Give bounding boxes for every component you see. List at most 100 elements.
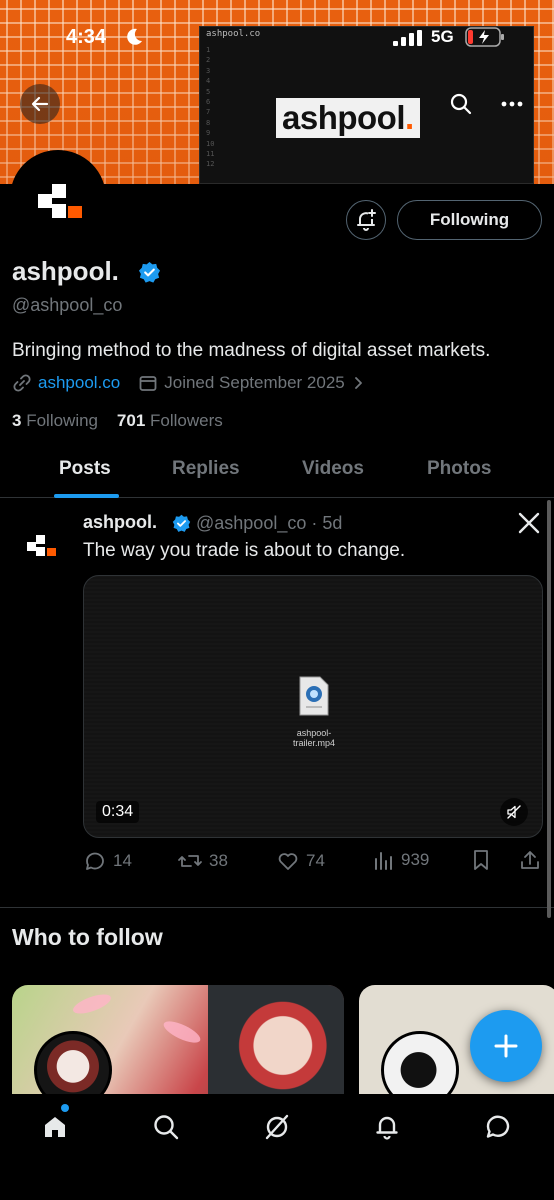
tab-photos[interactable]: Photos: [427, 458, 491, 480]
network-label: 5G: [431, 27, 454, 46]
scrollbar[interactable]: [547, 500, 551, 918]
nav-search[interactable]: [149, 1110, 183, 1144]
active-tab-indicator: [54, 494, 119, 498]
logo-dot: .: [405, 99, 414, 136]
verified-badge-icon[interactable]: [138, 261, 161, 284]
followers-count-link[interactable]: 701 Followers: [117, 411, 223, 430]
post-author-name[interactable]: ashpool.: [83, 512, 157, 533]
nav-notifications[interactable]: [370, 1110, 404, 1144]
tab-replies[interactable]: Replies: [172, 458, 240, 480]
bell-plus-icon: [357, 209, 376, 231]
moon-icon: [127, 28, 142, 45]
like-action[interactable]: 74: [276, 849, 325, 873]
petal-decoration: [70, 990, 114, 1018]
search-icon: [154, 1115, 179, 1140]
notifications-subscribe-button[interactable]: [346, 200, 386, 240]
share-icon: [521, 851, 539, 869]
views-chart-icon: [375, 852, 392, 870]
video-file-name: ashpool- trailer.mp4: [274, 728, 354, 748]
grok-icon: [265, 1114, 289, 1140]
views-count: 939: [401, 850, 430, 869]
reply-action[interactable]: 14: [83, 849, 132, 873]
card-banner-art: [208, 985, 344, 1095]
repost-count: 38: [209, 851, 228, 870]
profile-display-name: ashpool.: [12, 256, 119, 286]
code-line-number: 9: [206, 129, 211, 138]
more-dots-icon: [501, 101, 523, 107]
nav-home[interactable]: [38, 1110, 72, 1144]
code-line-number: 2: [206, 56, 211, 65]
mute-button[interactable]: [500, 798, 528, 826]
repost-icon: [178, 855, 202, 867]
more-options-button[interactable]: [492, 84, 532, 124]
code-line-number: 7: [206, 108, 211, 117]
profile-website-link[interactable]: ashpool.co: [38, 373, 120, 393]
home-notification-dot: [61, 1104, 69, 1112]
profile-meta-row: ashpool.co Joined September 2025: [12, 372, 367, 394]
code-line-number: 10: [206, 139, 215, 148]
ashpool-logo-icon: [38, 184, 82, 218]
x-logo-icon[interactable]: [518, 512, 540, 534]
tab-videos[interactable]: Videos: [302, 458, 364, 480]
arrow-left-icon: [31, 96, 49, 112]
chevron-right-icon[interactable]: [351, 375, 367, 391]
plus-icon: [494, 1034, 518, 1058]
bell-icon: [376, 1116, 398, 1140]
video-file-name-line2: trailer.mp4: [292, 738, 336, 748]
nav-grok[interactable]: [260, 1110, 294, 1144]
share-action[interactable]: [519, 849, 547, 871]
follow-counts: 3 Following 701 Followers: [12, 411, 223, 431]
video-file-icon: [299, 676, 329, 716]
status-time: 4:34: [66, 26, 107, 48]
bookmark-action[interactable]: [471, 849, 497, 871]
post-video[interactable]: ashpool- trailer.mp4 0:34: [83, 575, 543, 838]
search-button[interactable]: [441, 84, 481, 124]
joined-date[interactable]: Joined September 2025: [164, 373, 345, 393]
following-button[interactable]: Following: [397, 200, 542, 240]
logo-text: ashpool: [282, 99, 406, 136]
post-avatar[interactable]: [24, 530, 60, 560]
video-file-name-line1: ashpool-: [296, 728, 332, 738]
section-divider: [0, 907, 554, 908]
profile-avatar[interactable]: [10, 150, 106, 246]
code-line-number: 5: [206, 87, 211, 96]
following-count-link[interactable]: 3 Following: [12, 411, 98, 430]
profile-bio: Bringing method to the madness of digita…: [12, 340, 491, 361]
link-icon: [13, 374, 31, 392]
post-text: The way you trade is about to change.: [83, 540, 406, 561]
following-label: Following: [26, 411, 99, 430]
code-line-numbers: 1 2 3 4 5 6 7 8 9 10 11 12: [206, 45, 214, 170]
repost-action[interactable]: 38: [177, 849, 228, 873]
back-button[interactable]: [20, 84, 60, 124]
post-verified-badge-icon: [172, 514, 191, 532]
like-count: 74: [306, 851, 325, 870]
chat-bubble-icon: [486, 1115, 510, 1138]
search-icon: [450, 93, 472, 115]
reply-icon: [86, 852, 104, 870]
followers-count: 701: [116, 411, 146, 430]
code-line-number: 8: [206, 118, 211, 127]
post-handle-time: @ashpool_co · 5d: [196, 513, 343, 533]
who-to-follow-title: Who to follow: [12, 924, 163, 950]
code-line-number: 11: [206, 150, 215, 159]
tab-posts[interactable]: Posts: [59, 458, 111, 480]
profile-tabs: Posts Replies Videos Photos: [0, 440, 554, 498]
petal-decoration: [160, 1017, 204, 1047]
heart-icon: [278, 853, 298, 870]
compose-post-button[interactable]: [470, 1010, 542, 1082]
code-line-number: 12: [206, 160, 215, 169]
video-duration: 0:34: [96, 801, 140, 823]
battery-icon: [465, 27, 504, 47]
code-tab-label: ashpool.co: [206, 29, 261, 39]
speaker-muted-icon: [507, 805, 521, 819]
home-icon: [45, 1117, 65, 1137]
following-count: 3: [12, 411, 22, 430]
bookmark-icon: [474, 850, 488, 870]
nav-messages[interactable]: [481, 1110, 515, 1144]
reply-count: 14: [113, 851, 132, 870]
code-line-number: 4: [206, 77, 211, 86]
calendar-icon: [139, 376, 157, 391]
views-action[interactable]: 939: [373, 849, 429, 871]
banner-brand-logo: ashpool.: [276, 98, 420, 138]
followers-label: Followers: [150, 411, 223, 430]
